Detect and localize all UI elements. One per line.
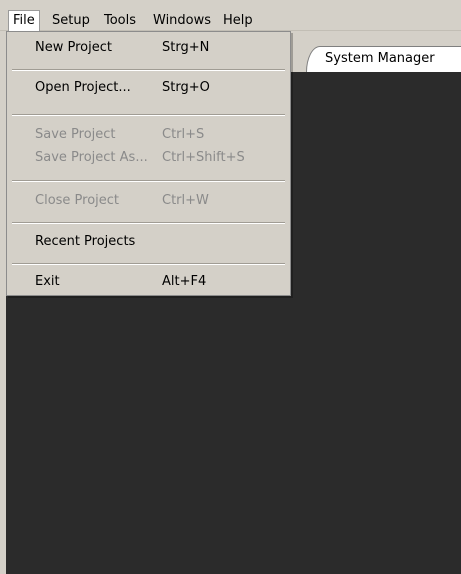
menu-item-label: Save Project As...	[35, 150, 148, 165]
tab-system-manager[interactable]: System Manager	[306, 46, 461, 72]
menu-item-label: Close Project	[35, 193, 120, 208]
menu-separator	[12, 180, 285, 182]
menu-setup[interactable]: Setup	[48, 10, 94, 31]
menu-separator	[12, 114, 285, 116]
menu-item-close-project: Close Project Ctrl+W	[10, 188, 287, 214]
menu-item-shortcut: Alt+F4	[162, 274, 207, 289]
menu-item-shortcut: Strg+N	[162, 40, 210, 55]
menu-item-shortcut: Ctrl+Shift+S	[162, 150, 245, 165]
menu-item-label: Recent Projects	[35, 234, 136, 249]
menu-help[interactable]: Help	[219, 10, 257, 31]
menu-item-exit[interactable]: Exit Alt+F4	[10, 269, 287, 295]
menu-file[interactable]: File	[8, 10, 40, 31]
menu-tools[interactable]: Tools	[100, 10, 140, 31]
menu-bar: File Setup Tools Windows Help	[0, 0, 461, 31]
tab-label: System Manager	[325, 51, 435, 66]
menu-item-recent-projects[interactable]: Recent Projects	[10, 229, 287, 255]
menu-item-label: Open Project...	[35, 80, 131, 95]
menu-separator	[12, 263, 285, 265]
menu-item-open-project[interactable]: Open Project... Strg+O	[10, 75, 287, 101]
menu-item-label: Exit	[35, 274, 60, 289]
file-menu-dropdown: New Project Strg+N Open Project... Strg+…	[6, 31, 291, 296]
application-window: File Setup Tools Windows Help System Man…	[0, 0, 461, 574]
menu-item-save-project-as: Save Project As... Ctrl+Shift+S	[10, 145, 287, 171]
menu-item-new-project[interactable]: New Project Strg+N	[10, 35, 287, 61]
menu-separator	[12, 222, 285, 224]
menu-windows[interactable]: Windows	[149, 10, 215, 31]
menu-item-shortcut: Strg+O	[162, 80, 210, 95]
menu-separator	[12, 69, 285, 71]
menu-item-label: New Project	[35, 40, 112, 55]
menu-item-shortcut: Ctrl+W	[162, 193, 209, 208]
